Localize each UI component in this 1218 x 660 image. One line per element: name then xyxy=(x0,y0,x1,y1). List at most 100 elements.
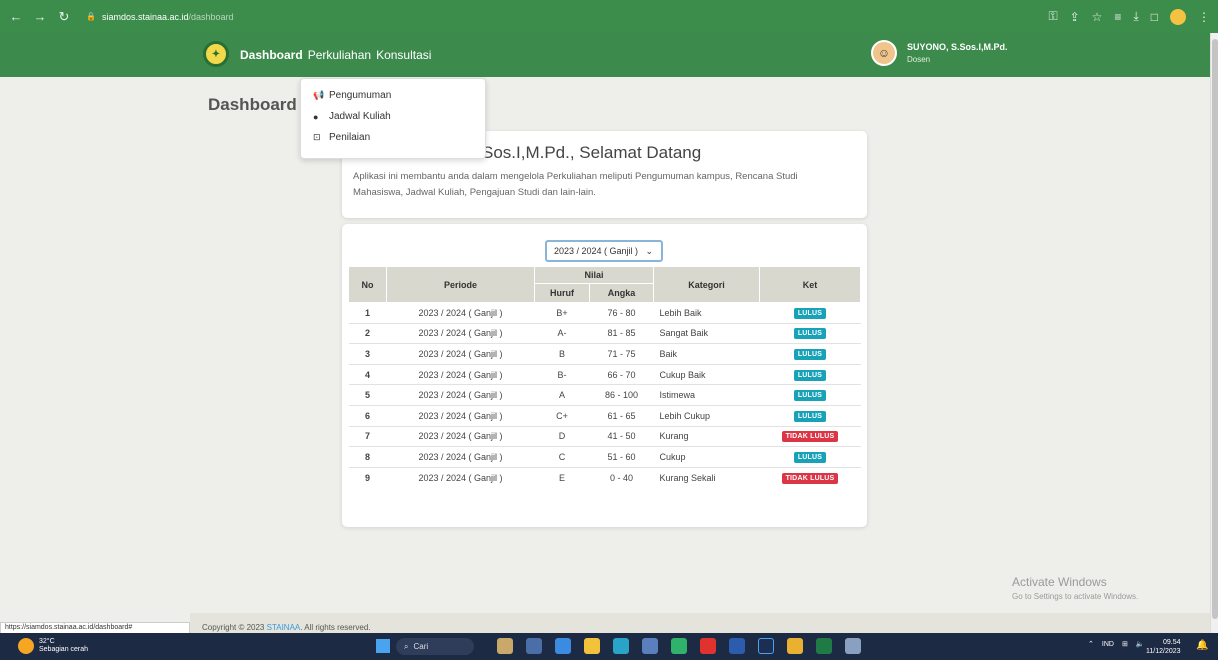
app-navbar: ✦ Dashboard Perkuliahan Konsultasi ☺ SUY… xyxy=(0,33,1210,77)
volume-icon[interactable]: 🔈 xyxy=(1136,640,1145,648)
word-icon[interactable] xyxy=(729,638,745,654)
cell-angka: 76 - 80 xyxy=(589,302,654,324)
taskbar-app-icon[interactable] xyxy=(526,638,542,654)
cell-angka: 0 - 40 xyxy=(589,466,654,488)
footer-brand-link[interactable]: STAINAA xyxy=(267,623,301,632)
user-profile[interactable]: ☺ SUYONO, S.Sos.I,M.Pd. Dosen xyxy=(871,40,1008,66)
cell-ket: LULUS xyxy=(759,404,861,427)
cell-ket: LULUS xyxy=(759,322,861,344)
taskbar-search[interactable]: ⌕ Cari xyxy=(396,638,474,655)
file-explorer-icon[interactable] xyxy=(584,638,600,654)
cell-kategori: Baik xyxy=(653,343,760,365)
col-angka: Angka xyxy=(589,283,654,303)
status-badge: TIDAK LULUS xyxy=(781,431,839,443)
nav-konsultasi[interactable]: Konsultasi xyxy=(376,48,431,62)
user-role: Dosen xyxy=(907,55,931,64)
taskbar-app-icon[interactable] xyxy=(671,638,687,654)
col-ket: Ket xyxy=(759,266,861,303)
share-icon[interactable]: ⇪ xyxy=(1070,10,1080,24)
cell-huruf: B+ xyxy=(534,302,590,324)
chevron-up-icon[interactable]: ⌃ xyxy=(1088,640,1094,648)
weather-widget[interactable]: 32°C Sebagian cerah xyxy=(18,638,88,654)
grades-card: 2023 / 2024 ( Ganjil ) ⌄ No Periode Nila… xyxy=(342,224,867,527)
page-scrollbar[interactable] xyxy=(1210,33,1218,633)
taskbar-clock[interactable]: 09.54 11/12/2023 xyxy=(1146,638,1181,656)
page-footer: Copyright © 2023 STAINAA. All rights res… xyxy=(190,613,1210,633)
footer-rights: . All rights reserved. xyxy=(300,623,371,632)
cell-periode: 2023 / 2024 ( Ganjil ) xyxy=(386,322,535,344)
reload-icon[interactable]: ↻ xyxy=(56,9,72,25)
clock-date: 11/12/2023 xyxy=(1146,648,1181,655)
cell-no: 8 xyxy=(348,446,387,468)
network-icon[interactable]: ⊞ xyxy=(1122,640,1128,648)
cell-ket: LULUS xyxy=(759,384,861,406)
cell-periode: 2023 / 2024 ( Ganjil ) xyxy=(386,343,535,365)
notification-bell-icon[interactable]: 🔔 xyxy=(1196,640,1208,651)
nav-perkuliahan[interactable]: Perkuliahan xyxy=(308,48,371,62)
footer-copyright: Copyright © 2023 xyxy=(202,623,265,632)
table-row: 7 2023 / 2024 ( Ganjil ) D 41 - 50 Kurang TID… xyxy=(348,425,861,447)
url-host: siamdos.stainaa.ac.id xyxy=(101,11,189,22)
cell-angka: 81 - 85 xyxy=(589,322,654,344)
status-badge: LULUS xyxy=(793,451,827,463)
excel-icon[interactable] xyxy=(816,638,832,654)
welcome-description: Aplikasi ini membantu anda dalam mengelo… xyxy=(353,171,798,198)
windows-start-icon[interactable] xyxy=(376,639,390,653)
language-indicator[interactable]: IND xyxy=(1102,641,1114,648)
cell-kategori: Istimewa xyxy=(653,384,760,406)
browser-actions: ⚿ ⇪ ☆ ≡ ⤓ □ ⋮ xyxy=(1048,8,1210,25)
reading-list-icon[interactable]: ≡ xyxy=(1114,10,1121,24)
cell-ket: LULUS xyxy=(759,363,861,385)
weather-temp: 32°C xyxy=(39,638,55,645)
bookmark-icon: ⊡ xyxy=(313,132,321,142)
cell-ket: TIDAK LULUS xyxy=(759,466,861,488)
cell-ket: LULUS xyxy=(759,302,861,324)
cell-huruf: A- xyxy=(534,322,590,344)
status-badge: LULUS xyxy=(793,348,827,360)
menu-item-jadwal-kuliah[interactable]: ● Jadwal Kuliah xyxy=(301,106,485,127)
address-bar[interactable]: 🔒 siamdos.stainaa.ac.id/dashboard xyxy=(86,12,234,22)
menu-item-penilaian[interactable]: ⊡ Penilaian xyxy=(301,127,485,148)
clock-time: 09.54 xyxy=(1162,639,1181,646)
cell-huruf: C xyxy=(534,446,590,468)
period-select[interactable]: 2023 / 2024 ( Ganjil ) ⌄ xyxy=(545,240,663,262)
cell-periode: 2023 / 2024 ( Ganjil ) xyxy=(386,384,535,406)
cell-kategori: Sangat Baik xyxy=(653,322,760,344)
status-badge: LULUS xyxy=(793,307,827,319)
cell-no: 7 xyxy=(348,425,387,447)
cell-kategori: Cukup xyxy=(653,446,760,468)
menu-item-pengumuman[interactable]: 📢 Pengumuman xyxy=(301,85,485,106)
cell-kategori: Lebih Cukup xyxy=(653,404,760,427)
kebab-menu-icon[interactable]: ⋮ xyxy=(1198,10,1210,24)
download-icon[interactable]: ⤓ xyxy=(1133,9,1138,24)
store-icon[interactable] xyxy=(642,638,658,654)
window-icon[interactable]: □ xyxy=(1151,10,1158,24)
taskbar-app-icon[interactable] xyxy=(845,638,861,654)
forward-arrow-icon[interactable]: → xyxy=(32,9,48,25)
star-icon[interactable]: ☆ xyxy=(1092,10,1103,24)
cell-no: 2 xyxy=(348,322,387,344)
menu-item-label: Penilaian xyxy=(329,132,371,143)
back-arrow-icon[interactable]: ← xyxy=(8,9,24,25)
stainaa-logo[interactable]: ✦ xyxy=(203,41,229,67)
taskbar-app-icon[interactable] xyxy=(497,638,513,654)
nav-dashboard[interactable]: Dashboard xyxy=(240,48,303,62)
chrome-icon[interactable] xyxy=(787,638,803,654)
cell-ket: LULUS xyxy=(759,446,861,468)
user-avatar[interactable]: ☺ xyxy=(871,40,897,66)
col-kategori: Kategori xyxy=(653,266,760,303)
perkuliahan-dropdown: 📢 Pengumuman ● Jadwal Kuliah ⊡ Penilaian xyxy=(300,78,486,159)
taskbar-search-label: Cari xyxy=(413,642,429,651)
cell-ket: TIDAK LULUS xyxy=(759,425,861,447)
photoshop-icon[interactable] xyxy=(758,638,774,654)
edge-icon[interactable] xyxy=(613,638,629,654)
opera-icon[interactable] xyxy=(700,638,716,654)
taskbar-app-icon[interactable] xyxy=(555,638,571,654)
cell-no: 4 xyxy=(348,363,387,385)
status-badge: LULUS xyxy=(793,390,827,402)
profile-avatar-icon[interactable] xyxy=(1170,8,1186,25)
scrollbar-thumb[interactable] xyxy=(1212,39,1218,619)
key-icon[interactable]: ⚿ xyxy=(1048,9,1057,24)
cell-no: 3 xyxy=(348,343,387,365)
cell-angka: 71 - 75 xyxy=(589,343,654,365)
